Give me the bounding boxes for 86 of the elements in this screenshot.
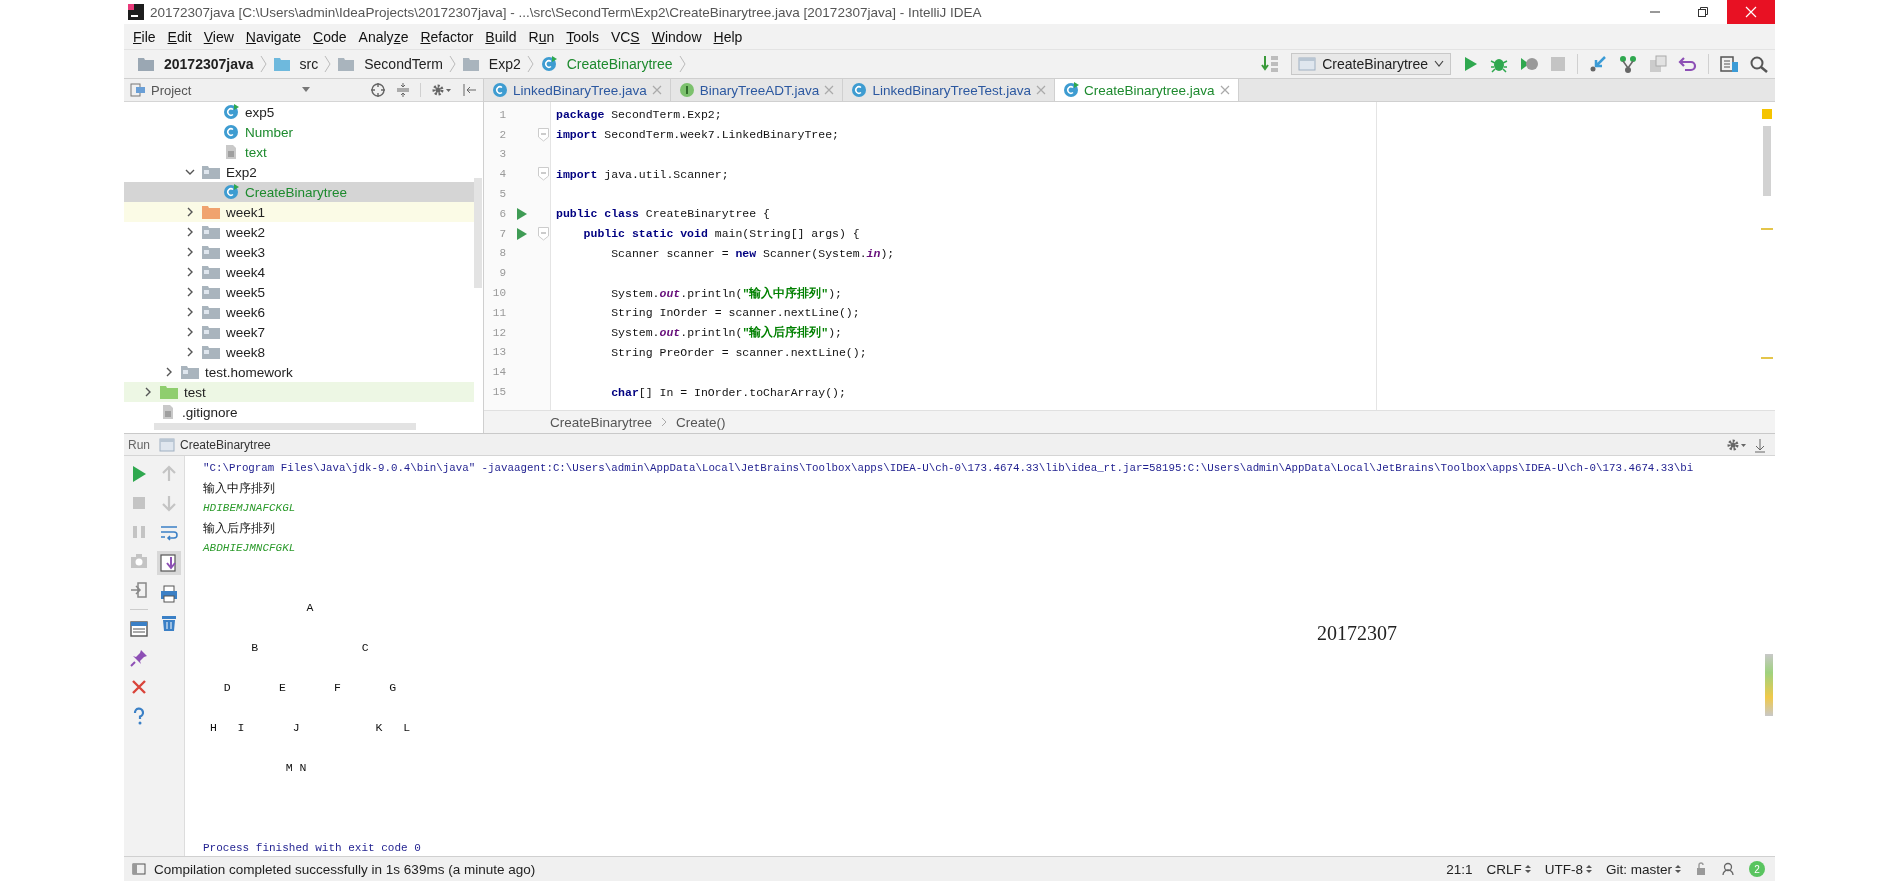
console-line: 输入后序排列 [203,520,275,537]
menu-item[interactable]: Navigate [240,26,309,47]
window-title: 20172307java [C:\Users\admin\IdeaProjects\20172307java] - ...\src\SecondTerm\Exp2\CreateBinarytree.java [20172307java] - IntelliJ IDEA [150,4,982,20]
line-number: 7 [498,227,506,240]
status-message: Compilation completed successfully in 1s 639ms (a minute ago) [154,861,536,877]
menu-item[interactable]: Run [523,26,562,47]
tree-row[interactable]: week5 [124,282,474,302]
line-number: 14 [491,366,506,379]
tree-row[interactable]: Exp2 [124,162,474,182]
menu-item[interactable]: Analyze [353,26,416,47]
tree-row[interactable]: week2 [124,222,474,242]
console-line: Process finished with exit code 0 [203,841,421,856]
line-number: 15 [491,386,506,399]
tree-row[interactable]: week6 [124,302,474,322]
console-line: "C:\Program Files\Java\jdk-9.0.4\bin\java" -javaagent:C:\Users\admin\AppData\Local\JetBrains\Toolbox\apps\IDEA-U\ch-0\173.4674.33\lib\idea_rt.jar=58195:C:\Users\admin\AppData\Local\JetBrains\Toolbox\apps\IDEA-U\ch-0\173.4674.33\bi [203,461,1694,476]
tree-row[interactable]: exp5 [124,102,474,122]
menu-item[interactable]: File [128,26,163,47]
menu-item[interactable]: Window [646,26,709,47]
line-number: 13 [491,346,506,359]
menu-item[interactable]: Edit [162,26,199,47]
console-input-text: HDIBEMJNAFCKGL [203,501,296,516]
breadcrumb-item[interactable]: SecondTerm [334,54,447,74]
tree-row[interactable]: text [124,142,474,162]
menu-item[interactable]: Refactor [415,26,481,47]
code-line: public class CreateBinarytree { [556,207,770,221]
tree-row[interactable]: test [124,382,474,402]
tree-row[interactable]: week1 [124,202,474,222]
breadcrumb-item[interactable]: Create() [676,414,726,430]
line-number: 6 [498,207,506,220]
console-line: A [305,600,314,616]
panel-title: Run [128,437,150,452]
menu-item[interactable]: Code [308,26,354,47]
code-line: Scanner scanner = new Scanner(System.in); [610,246,895,260]
overlay-text: 20172307 [1317,622,1397,645]
line-number: 2 [498,128,506,141]
branch-selector[interactable]: Git: master [1606,861,1681,877]
menu-item[interactable]: Tools [561,26,606,47]
breadcrumb-item[interactable]: 20172307java [134,54,258,74]
line-number: 10 [491,287,506,300]
code-line: public static void main(String[] args) { [582,227,860,241]
line-number: 4 [498,168,506,181]
menu-item[interactable]: Help [708,26,750,47]
code-line: import java.util.Scanner; [556,167,729,181]
code-line: package SecondTerm.Exp2; [556,108,722,122]
console-line: B C [250,640,369,656]
console-input-text: ABDHIEJMNCFGKL [203,541,296,556]
tree-row[interactable]: week7 [124,322,474,342]
encoding-selector[interactable]: UTF-8 [1544,861,1592,877]
code-line: String PreOrder = scanner.nextLine(); [610,345,867,359]
console-line: D E F G [222,680,397,696]
console-line: 输入中序排列 [203,480,275,497]
line-number: 12 [491,326,506,339]
breadcrumb-item[interactable]: CreateBinarytree [550,414,653,430]
line-number: 11 [491,306,506,319]
tree-row[interactable]: Number [124,122,474,142]
tree-row[interactable]: .gitignore [124,402,474,422]
console-line: M N [284,760,307,776]
menu-item[interactable]: Build [480,26,524,47]
code-line: System.out.println("输入后序排列"); [610,325,842,341]
editor-tab[interactable]: LinkedBinaryTree.java [484,79,671,101]
code-line: System.out.println("输入中序排列"); [610,285,842,301]
run-configuration-dropdown[interactable]: CreateBinarytree [1291,53,1451,75]
line-number: 9 [498,267,506,280]
menu-item[interactable]: VCS [605,26,647,47]
editor-tab[interactable]: CreateBinarytree.java [1054,79,1239,101]
code-line: import SecondTerm.week7.LinkedBinaryTree; [556,128,839,142]
code-line: String InOrder = scanner.nextLine(); [610,306,860,320]
editor-tab[interactable]: LinkedBinaryTreeTest.java [843,79,1055,101]
tree-row[interactable]: week3 [124,242,474,262]
breadcrumb-item[interactable]: src [269,54,323,74]
run-tab[interactable]: CreateBinarytree [180,437,271,452]
editor-tab[interactable]: BinaryTreeADT.java [670,79,844,101]
line-number: 5 [498,188,506,201]
tree-row[interactable]: week4 [124,262,474,282]
cursor-position[interactable]: 21:1 [1446,861,1473,877]
code-line: char[] In = InOrder.toCharArray(); [610,385,846,399]
line-number: 1 [498,108,506,121]
breadcrumb-item[interactable]: CreateBinarytree [536,54,677,74]
breadcrumb-item[interactable]: Exp2 [458,54,525,74]
tree-row[interactable]: week8 [124,342,474,362]
line-separator-selector[interactable]: CRLF [1486,861,1531,877]
line-number: 3 [498,148,506,161]
menu-item[interactable]: View [198,26,241,47]
line-number: 8 [498,247,506,260]
console-line: H I J K L [208,720,411,736]
tree-row[interactable]: test.homework [124,362,474,382]
